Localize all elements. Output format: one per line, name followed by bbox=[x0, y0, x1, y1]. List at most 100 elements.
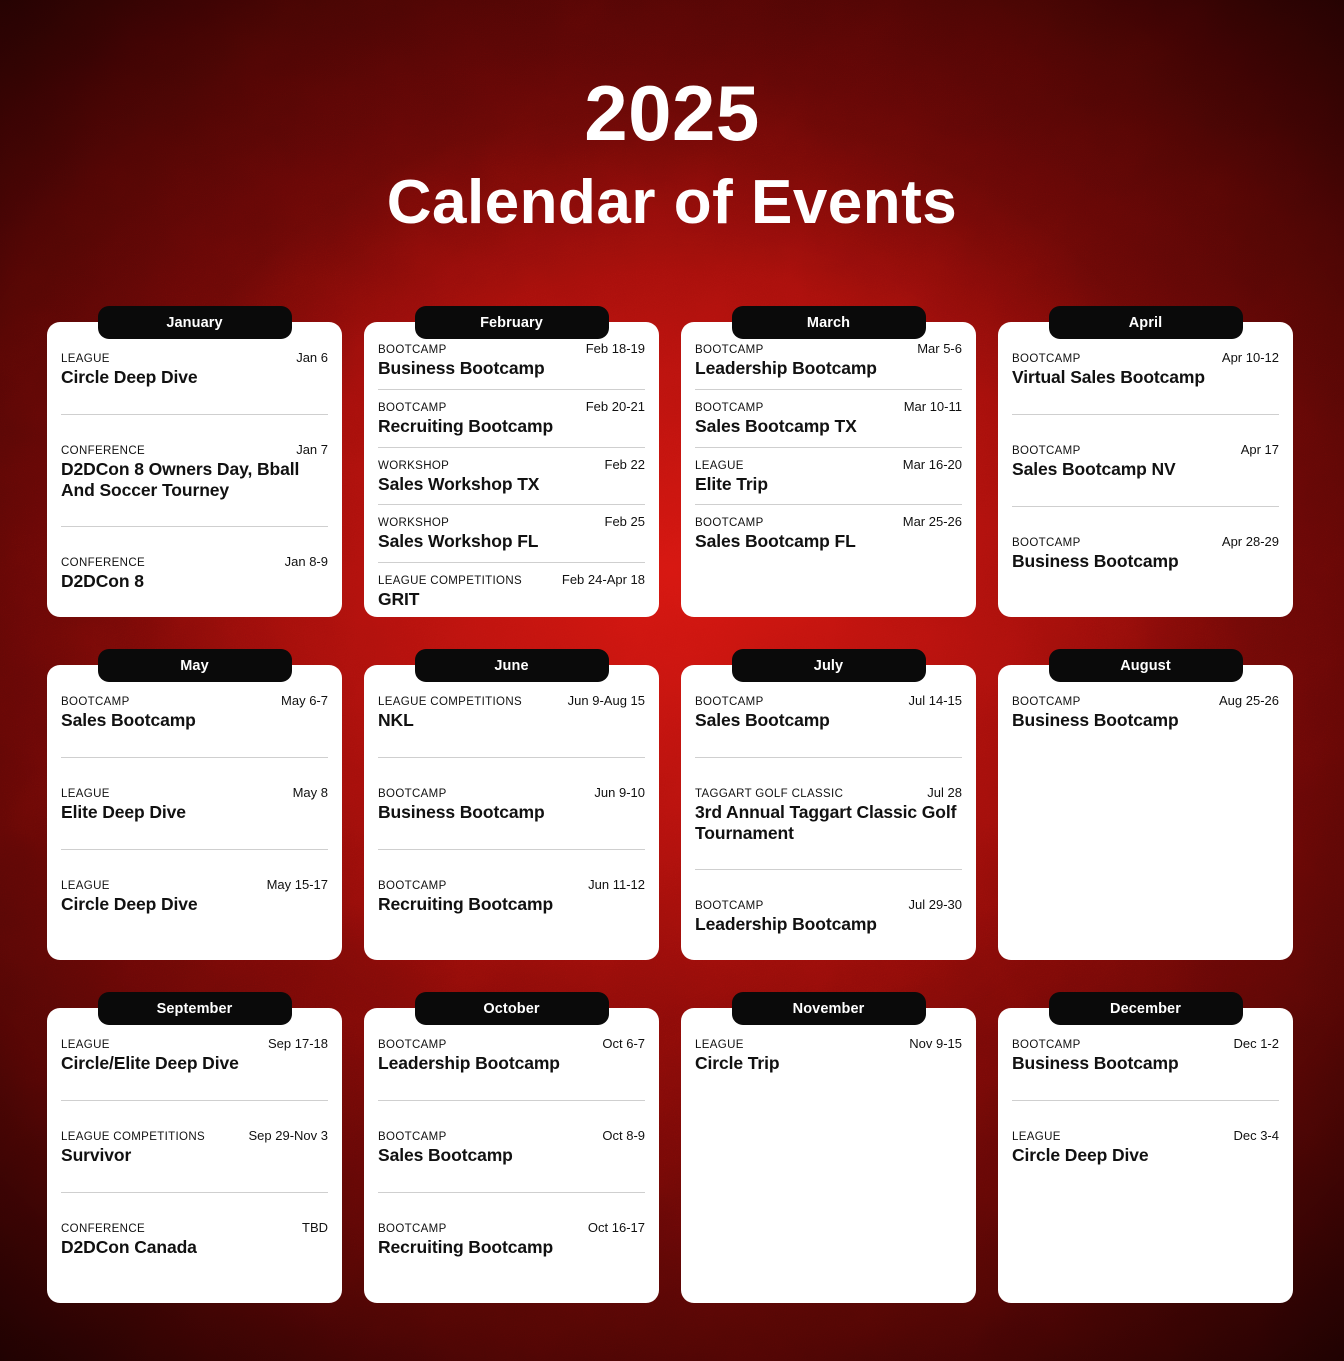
event-list: BOOTCAMP Jul 14-15 Sales Bootcamp TAGGART G… bbox=[695, 693, 962, 942]
event-title: Circle Deep Dive bbox=[1012, 1145, 1149, 1166]
event-date: Feb 18-19 bbox=[585, 341, 645, 357]
event-category: LEAGUE bbox=[695, 1039, 744, 1052]
event-divider bbox=[1012, 1100, 1279, 1102]
event-divider bbox=[61, 414, 328, 416]
event-item[interactable]: BOOTCAMP May 6-7 Sales Bootcamp bbox=[61, 693, 328, 731]
event-item[interactable]: BOOTCAMP Mar 5-6 Leadership Bootcamp bbox=[695, 341, 962, 379]
event-meta: CONFERENCE Jan 7 bbox=[61, 442, 328, 457]
event-meta: LEAGUE Mar 16-20 bbox=[695, 457, 962, 472]
event-date: Mar 25-26 bbox=[902, 514, 962, 530]
event-item[interactable]: CONFERENCE Jan 8-9 D2DCon 8 bbox=[61, 554, 328, 592]
event-list: LEAGUE Jan 6 Circle Deep Dive CONFERENCE Jan… bbox=[61, 350, 328, 599]
event-divider bbox=[1012, 505, 1279, 507]
event-item[interactable]: BOOTCAMP Mar 10-11 Sales Bootcamp TX bbox=[695, 399, 962, 437]
event-item[interactable]: BOOTCAMP Dec 1-2 Business Bootcamp bbox=[1012, 1036, 1279, 1074]
event-item[interactable]: BOOTCAMP Jul 14-15 Sales Bootcamp bbox=[695, 693, 962, 731]
month-tab-november[interactable]: November bbox=[731, 992, 926, 1026]
event-meta: BOOTCAMP Jun 11-12 bbox=[378, 877, 645, 892]
event-divider bbox=[61, 1100, 328, 1102]
month-tab-september[interactable]: September bbox=[97, 992, 292, 1026]
month-tab-may[interactable]: May bbox=[97, 649, 292, 683]
event-category: BOOTCAMP bbox=[1012, 696, 1081, 709]
event-category: BOOTCAMP bbox=[378, 1039, 447, 1052]
month-card-april: BOOTCAMP Apr 10-12 Virtual Sales Bootcamp B… bbox=[998, 306, 1293, 618]
event-title: Business Bootcamp bbox=[1012, 550, 1179, 571]
event-title: Recruiting Bootcamp bbox=[378, 416, 554, 437]
event-item[interactable]: LEAGUE May 8 Elite Deep Dive bbox=[61, 785, 328, 823]
event-item[interactable]: BOOTCAMP Aug 25-26 Business Bootcamp bbox=[1012, 693, 1279, 731]
event-item[interactable]: WORKSHOP Feb 25 Sales Workshop FL bbox=[378, 514, 645, 552]
event-item[interactable]: CONFERENCE TBD D2DCon Canada bbox=[61, 1220, 328, 1258]
event-item[interactable]: BOOTCAMP Jul 29-30 Leadership Bootcamp bbox=[695, 897, 962, 935]
event-title: Sales Bootcamp TX bbox=[695, 416, 857, 437]
event-category: BOOTCAMP bbox=[378, 788, 447, 801]
event-item[interactable]: BOOTCAMP Jun 11-12 Recruiting Bootcamp bbox=[378, 877, 645, 915]
event-list: BOOTCAMP Oct 6-7 Leadership Bootcamp BOOTCA… bbox=[378, 1036, 645, 1285]
event-item[interactable]: LEAGUE COMPETITIONS Jun 9-Aug 15 NKL bbox=[378, 693, 645, 731]
event-item[interactable]: LEAGUE Jan 6 Circle Deep Dive bbox=[61, 350, 328, 388]
event-date: Dec 1-2 bbox=[1233, 1036, 1279, 1052]
event-title: Sales Bootcamp NV bbox=[1012, 459, 1176, 480]
month-tab-april[interactable]: April bbox=[1048, 306, 1243, 340]
event-item[interactable]: BOOTCAMP Feb 18-19 Business Bootcamp bbox=[378, 341, 645, 379]
event-title: Business Bootcamp bbox=[1012, 1053, 1179, 1074]
event-meta: BOOTCAMP Mar 5-6 bbox=[695, 341, 962, 356]
event-item[interactable]: BOOTCAMP Mar 25-26 Sales Bootcamp FL bbox=[695, 514, 962, 552]
month-tab-march[interactable]: March bbox=[731, 306, 926, 340]
event-item[interactable]: BOOTCAMP Feb 20-21 Recruiting Bootcamp bbox=[378, 399, 645, 437]
event-category: BOOTCAMP bbox=[378, 402, 447, 415]
event-item[interactable]: LEAGUE COMPETITIONS Feb 24-Apr 18 GRIT bbox=[378, 572, 645, 610]
event-date: Apr 28-29 bbox=[1221, 533, 1279, 549]
month-tab-label: July bbox=[813, 657, 844, 674]
event-item[interactable]: LEAGUE COMPETITIONS Sep 29-Nov 3 Survivor bbox=[61, 1128, 328, 1166]
event-item[interactable]: CONFERENCE Jan 7 D2DCon 8 Owners Day, Bbal… bbox=[61, 442, 328, 500]
event-title: Elite Deep Dive bbox=[61, 802, 186, 823]
event-item[interactable]: LEAGUE May 15-17 Circle Deep Dive bbox=[61, 877, 328, 915]
event-meta: BOOTCAMP Mar 25-26 bbox=[695, 514, 962, 529]
month-tab-label: November bbox=[792, 1000, 865, 1017]
event-category: BOOTCAMP bbox=[695, 344, 764, 357]
month-tab-june[interactable]: June bbox=[414, 649, 609, 683]
month-tab-december[interactable]: December bbox=[1048, 992, 1243, 1026]
month-card-march: BOOTCAMP Mar 5-6 Leadership Bootcamp BOOTCA… bbox=[681, 306, 976, 618]
event-meta: LEAGUE May 8 bbox=[61, 785, 328, 800]
event-item[interactable]: LEAGUE Mar 16-20 Elite Trip bbox=[695, 457, 962, 495]
event-item[interactable]: BOOTCAMP Jun 9-10 Business Bootcamp bbox=[378, 785, 645, 823]
event-date: Mar 10-11 bbox=[903, 399, 962, 415]
month-tab-july[interactable]: July bbox=[731, 649, 926, 683]
event-date: May 15-17 bbox=[266, 876, 328, 892]
month-tab-label: October bbox=[483, 1000, 540, 1017]
event-meta: LEAGUE Dec 3-4 bbox=[1012, 1128, 1279, 1143]
month-events-panel: LEAGUE Jan 6 Circle Deep Dive CONFERENCE Jan… bbox=[47, 322, 342, 618]
event-divider bbox=[1012, 414, 1279, 416]
event-item[interactable]: LEAGUE Nov 9-15 Circle Trip bbox=[695, 1036, 962, 1074]
event-divider bbox=[61, 848, 328, 850]
event-title: Leadership Bootcamp bbox=[695, 914, 877, 935]
month-card-september: LEAGUE Sep 17-18 Circle/Elite Deep Dive LEA… bbox=[47, 992, 342, 1304]
event-divider bbox=[695, 869, 962, 871]
month-tab-august[interactable]: August bbox=[1048, 649, 1243, 683]
event-list: LEAGUE COMPETITIONS Jun 9-Aug 15 NKL BOOTCA… bbox=[378, 693, 645, 942]
month-card-june: LEAGUE COMPETITIONS Jun 9-Aug 15 NKL BOOTCA… bbox=[364, 649, 659, 961]
event-date: Nov 9-15 bbox=[909, 1036, 962, 1052]
event-category: LEAGUE COMPETITIONS bbox=[378, 696, 523, 709]
event-item[interactable]: TAGGART GOLF CLASSIC Jul 28 3rd Annual Tag… bbox=[695, 785, 962, 843]
event-item[interactable]: BOOTCAMP Apr 17 Sales Bootcamp NV bbox=[1012, 442, 1279, 480]
month-tab-october[interactable]: October bbox=[414, 992, 609, 1026]
event-item[interactable]: BOOTCAMP Apr 28-29 Business Bootcamp bbox=[1012, 534, 1279, 572]
event-item[interactable]: WORKSHOP Feb 22 Sales Workshop TX bbox=[378, 457, 645, 495]
month-tab-january[interactable]: January bbox=[97, 306, 292, 340]
event-title: Sales Bootcamp FL bbox=[695, 531, 856, 552]
event-title: D2DCon 8 bbox=[61, 571, 144, 592]
event-item[interactable]: BOOTCAMP Oct 6-7 Leadership Bootcamp bbox=[378, 1036, 645, 1074]
event-item[interactable]: BOOTCAMP Oct 8-9 Sales Bootcamp bbox=[378, 1128, 645, 1166]
event-item[interactable]: LEAGUE Dec 3-4 Circle Deep Dive bbox=[1012, 1128, 1279, 1166]
event-category: BOOTCAMP bbox=[378, 1131, 447, 1144]
event-list: BOOTCAMP Aug 25-26 Business Bootcamp bbox=[1012, 693, 1279, 942]
event-item[interactable]: BOOTCAMP Oct 16-17 Recruiting Bootcamp bbox=[378, 1220, 645, 1258]
month-tab-february[interactable]: February bbox=[414, 306, 609, 340]
month-events-panel: BOOTCAMP May 6-7 Sales Bootcamp LEAGUE May 8… bbox=[47, 665, 342, 961]
event-list: LEAGUE Nov 9-15 Circle Trip bbox=[695, 1036, 962, 1285]
event-item[interactable]: LEAGUE Sep 17-18 Circle/Elite Deep Dive bbox=[61, 1036, 328, 1074]
event-item[interactable]: BOOTCAMP Apr 10-12 Virtual Sales Bootcamp bbox=[1012, 350, 1279, 388]
